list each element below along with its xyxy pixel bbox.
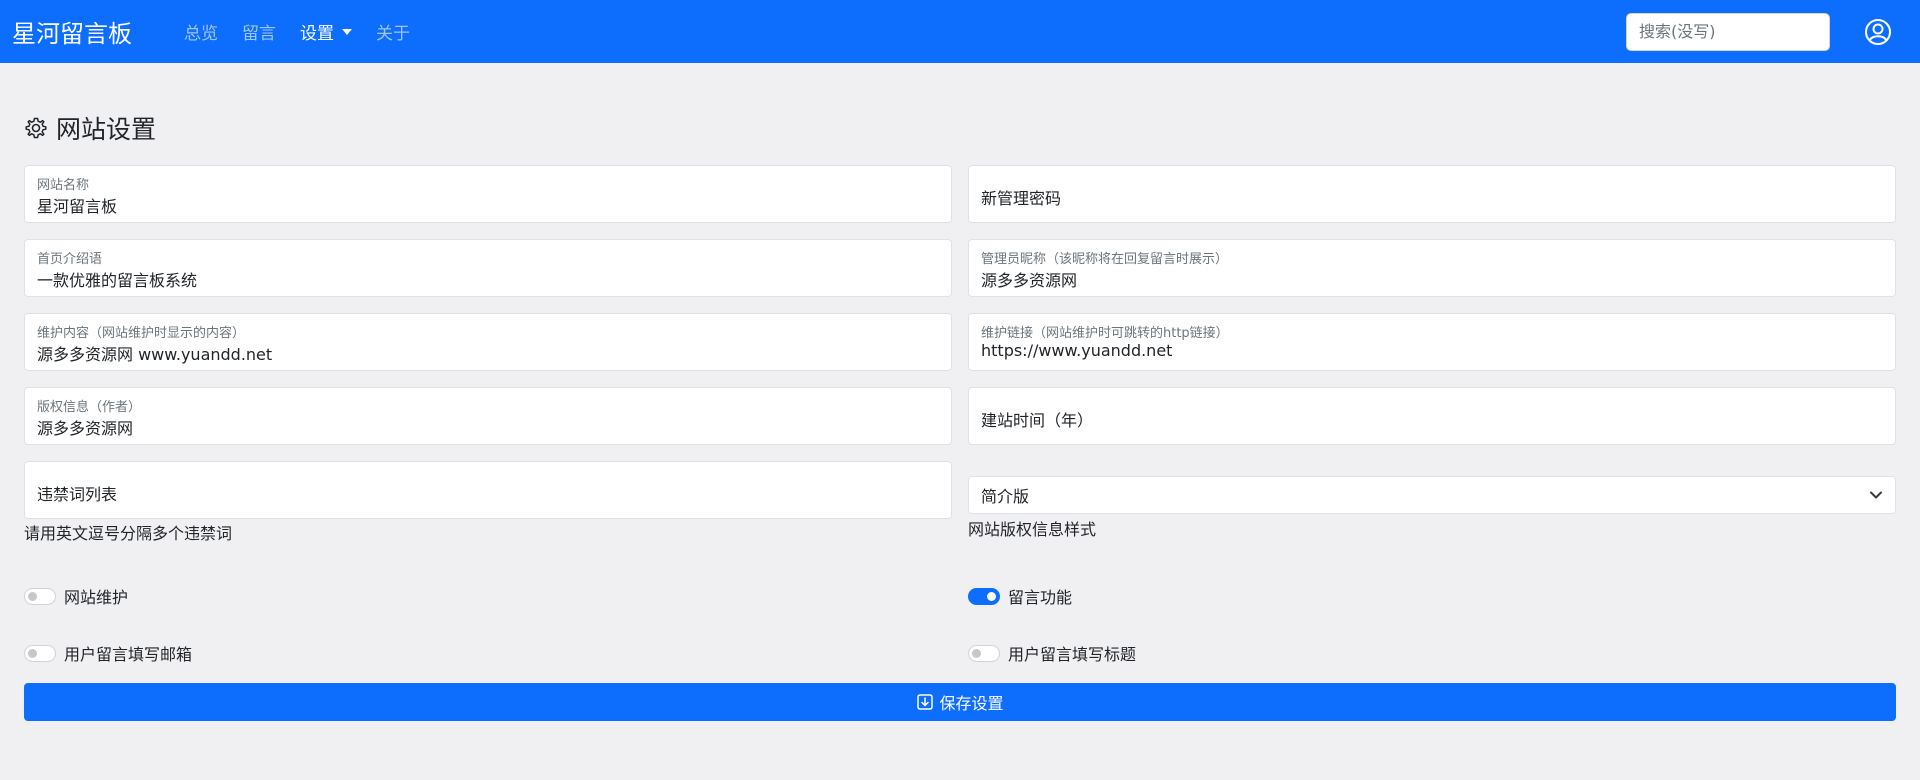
copyright-field[interactable]: 版权信息（作者） 源多多资源网 (24, 387, 952, 445)
admin-nick-label: 管理员昵称（该昵称将在回复留言时展示） (981, 252, 1229, 267)
maint-link-label: 维护链接（网站维护时可跳转的http链接） (981, 326, 1229, 341)
maintenance-switch[interactable] (24, 587, 56, 605)
switch-knob (972, 648, 981, 658)
nav-settings-dropdown[interactable]: 设置 (300, 19, 352, 44)
copyright-style-selected: 简介版 (981, 487, 1030, 506)
page-title: 网站设置 (24, 110, 156, 146)
download-icon (917, 694, 934, 710)
banned-words-field[interactable]: 违禁词列表 (24, 461, 952, 519)
home-intro-label: 首页介绍语 (37, 252, 103, 267)
banned-words-help: 请用英文逗号分隔多个违禁词 (24, 524, 233, 543)
site-name-label: 网站名称 (37, 178, 90, 193)
caret-down-icon (342, 28, 352, 35)
require-title-switch-row: 用户留言填写标题 (968, 641, 1136, 665)
copyright-style-help: 网站版权信息样式 (968, 520, 1097, 539)
person-circle-icon[interactable] (1864, 18, 1892, 46)
home-intro-field[interactable]: 首页介绍语 一款优雅的留言板系统 (24, 239, 952, 297)
nav-settings-label: 设置 (300, 24, 334, 44)
require-email-switch-row: 用户留言填写邮箱 (24, 641, 192, 665)
nav-about[interactable]: 关于 (376, 19, 410, 44)
require-title-switch-label: 用户留言填写标题 (1008, 645, 1137, 664)
build-year-field[interactable]: 建站时间（年） (968, 387, 1896, 445)
brand-logo-text[interactable]: 星河留言板 (12, 14, 132, 49)
comments-switch-row: 留言功能 (968, 584, 1072, 608)
search-input[interactable] (1626, 12, 1830, 51)
maint-link-field[interactable]: 维护链接（网站维护时可跳转的http链接） https://www.yuandd… (968, 313, 1896, 371)
nav-overview[interactable]: 总览 (184, 19, 218, 44)
site-name-field[interactable]: 网站名称 星河留言板 (24, 165, 952, 223)
admin-nick-value: 源多多资源网 (981, 271, 1078, 290)
require-title-switch[interactable] (968, 644, 1000, 662)
site-name-value: 星河留言板 (37, 197, 118, 216)
admin-nick-field[interactable]: 管理员昵称（该昵称将在回复留言时展示） 源多多资源网 (968, 239, 1896, 297)
gear-icon (25, 117, 47, 139)
maint-link-value: https://www.yuandd.net (981, 341, 1173, 360)
maint-content-field[interactable]: 维护内容（网站维护时显示的内容） 源多多资源网 www.yuandd.net (24, 313, 952, 371)
comments-switch[interactable] (968, 587, 1000, 605)
switch-knob (987, 591, 996, 601)
banned-words-placeholder: 违禁词列表 (37, 485, 118, 504)
settings-container: 网站设置 网站名称 星河留言板 新管理密码 首页介绍语 一款优雅的留言板系统 管… (24, 63, 1896, 768)
switch-knob (28, 591, 37, 601)
copyright-style-select[interactable]: 简介版 (968, 476, 1896, 514)
require-email-switch[interactable] (24, 644, 56, 662)
switch-knob (28, 648, 37, 658)
maint-content-value: 源多多资源网 www.yuandd.net (37, 345, 273, 364)
page-title-text: 网站设置 (56, 115, 157, 144)
new-password-placeholder: 新管理密码 (981, 189, 1062, 208)
home-intro-value: 一款优雅的留言板系统 (37, 271, 198, 290)
copyright-value: 源多多资源网 (37, 419, 134, 438)
new-password-field[interactable]: 新管理密码 (968, 165, 1896, 223)
chevron-down-icon (1870, 491, 1882, 499)
comments-switch-label: 留言功能 (1008, 588, 1073, 607)
save-settings-button[interactable]: 保存设置 (24, 683, 1896, 721)
maintenance-switch-label: 网站维护 (64, 588, 129, 607)
require-email-switch-label: 用户留言填写邮箱 (64, 645, 193, 664)
nav-messages[interactable]: 留言 (242, 19, 276, 44)
save-settings-label: 保存设置 (939, 696, 1004, 713)
copyright-label: 版权信息（作者） (37, 400, 142, 415)
maint-content-label: 维护内容（网站维护时显示的内容） (37, 326, 246, 341)
maintenance-switch-row: 网站维护 (24, 584, 128, 608)
build-year-placeholder: 建站时间（年） (981, 411, 1094, 430)
top-navbar: 星河留言板 总览 留言 设置 关于 (0, 0, 1920, 63)
